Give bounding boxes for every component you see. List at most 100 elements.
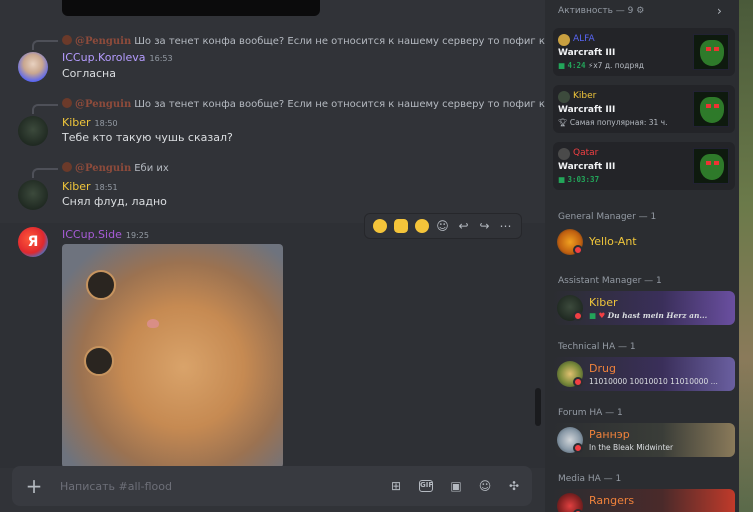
author-name[interactable]: ICCup.Koroleva — [62, 51, 146, 64]
avatar — [558, 91, 570, 103]
game-thumbnail — [693, 91, 729, 127]
upside-down-emoji-icon — [414, 219, 429, 233]
trophy-icon: 🏆︎ — [558, 118, 568, 127]
author-name[interactable]: ICCup.Side — [62, 228, 122, 241]
chat-pane: @Penguin Шо за тенет конфа вообще? Если н… — [0, 0, 545, 512]
gif-icon[interactable]: GIF — [419, 480, 433, 492]
reaction-laugh-button[interactable] — [369, 215, 390, 237]
activity-header[interactable]: Активность — 9 ⚙ — [558, 6, 644, 16]
message-text: Согласна — [62, 67, 116, 80]
activity-user-name: Kiber — [573, 91, 597, 101]
reaction-upside-down-button[interactable] — [411, 215, 432, 237]
member-custom-status: 11010000 10010010 11010000 ... — [589, 377, 718, 386]
gamepad-icon: ■ — [558, 175, 566, 184]
timestamp: 19:25 — [125, 231, 149, 240]
avatar[interactable] — [18, 116, 48, 146]
dnd-status-icon — [573, 443, 583, 453]
avatar — [558, 148, 570, 160]
member-custom-status: ■ ♥ Du hast mein Herz an... — [589, 311, 708, 320]
handshake-emoji-icon — [393, 219, 408, 233]
game-thumbnail — [693, 148, 729, 184]
dnd-status-icon — [573, 311, 583, 321]
reply-preview[interactable]: @Penguin Еби их — [62, 162, 169, 176]
timestamp: 16:53 — [149, 54, 173, 63]
role-section-header: General Manager — 1 — [558, 212, 657, 222]
game-thumbnail — [693, 34, 729, 70]
reply-arrow-icon: ↩ — [458, 219, 469, 233]
previous-embed — [62, 0, 320, 16]
gamepad-icon: ■ — [558, 61, 566, 70]
sticker-icon[interactable]: ▣ — [448, 478, 464, 494]
author-name[interactable]: Kiber — [62, 116, 91, 129]
member-list: Активность — 9 ⚙ › ALFA Warcraft III ■ 4… — [545, 0, 753, 512]
avatar — [558, 34, 570, 46]
role-section-header: Technical HA — 1 — [558, 342, 636, 352]
timestamp: 18:50 — [94, 119, 118, 128]
member-item[interactable]: Yello-Ant — [553, 225, 735, 259]
activity-card[interactable]: ALFA Warcraft III ■ 4:24 ⚡х7 д. подряд — [553, 28, 735, 76]
message-actions-toolbar: ☺ ↩ ↪ ⋯ — [364, 213, 522, 239]
forward-button[interactable]: ↪ — [474, 215, 495, 237]
attached-image[interactable] — [62, 244, 283, 468]
reaction-handshake-button[interactable] — [390, 215, 411, 237]
avatar[interactable] — [18, 52, 48, 82]
message-input[interactable] — [60, 476, 360, 496]
member-name: Kiber — [589, 296, 618, 309]
member-name: Rangers — [589, 494, 635, 507]
apps-icon[interactable]: ✣ — [506, 478, 522, 494]
cat-eye — [84, 346, 114, 376]
chevron-right-icon[interactable]: › — [717, 4, 722, 18]
reply-connector — [32, 40, 58, 50]
activity-details: ■ 4:24 ⚡х7 д. подряд — [558, 61, 644, 70]
activity-game: Warcraft III — [558, 162, 616, 172]
member-name: Раннэр — [589, 428, 630, 441]
activity-details: 🏆︎ Самая популярная: 31 ч. — [558, 118, 668, 127]
author-name[interactable]: Kiber — [62, 180, 91, 193]
activity-user-name: Qatar — [573, 148, 599, 158]
reply-preview[interactable]: @Penguin Шо за тенет конфа вообще? Если н… — [62, 35, 545, 49]
chat-scrollbar[interactable] — [535, 388, 541, 426]
cat-nose — [147, 319, 159, 328]
role-section-header: Assistant Manager — 1 — [558, 276, 662, 286]
reply-connector — [32, 168, 58, 178]
reply-preview[interactable]: @Penguin Шо за тенет конфа вообще? Если н… — [62, 98, 545, 112]
smile-icon: ☺ — [436, 219, 449, 233]
message-text: Снял флуд, ладно — [62, 195, 167, 208]
forward-arrow-icon: ↪ — [479, 219, 490, 233]
cat-eye — [86, 270, 116, 300]
attach-plus-button[interactable]: + — [24, 476, 44, 496]
member-item[interactable]: Kiber ■ ♥ Du hast mein Herz an... — [553, 291, 735, 325]
gift-icon[interactable]: ⊞ — [388, 478, 404, 494]
background-wallpaper-edge — [739, 0, 753, 512]
more-dots-icon: ⋯ — [499, 219, 512, 233]
add-reaction-button[interactable]: ☺ — [432, 215, 453, 237]
activity-game: Warcraft III — [558, 105, 616, 115]
reply-connector — [32, 104, 58, 114]
activity-user-name: ALFA — [573, 34, 595, 44]
gamepad-icon: ■ — [589, 311, 597, 320]
activity-details: ■ 3:03:37 — [558, 175, 600, 184]
reply-avatar — [62, 35, 72, 45]
avatar[interactable] — [18, 180, 48, 210]
role-section-header: Forum HA — 1 — [558, 408, 623, 418]
member-item[interactable]: Раннэр In the Bleak Midwinter — [553, 423, 735, 457]
reply-avatar — [62, 162, 72, 172]
member-name: Yello-Ant — [589, 235, 637, 248]
activity-card[interactable]: Kiber Warcraft III 🏆︎ Самая популярная: … — [553, 85, 735, 133]
reply-avatar — [62, 98, 72, 108]
role-section-header: Media HA — 1 — [558, 474, 622, 484]
member-name: Drug — [589, 362, 616, 375]
laugh-emoji-icon — [372, 219, 387, 233]
dnd-status-icon — [573, 245, 583, 255]
activity-game: Warcraft III — [558, 48, 616, 58]
activity-card[interactable]: Qatar Warcraft III ■ 3:03:37 — [553, 142, 735, 190]
dnd-status-icon — [573, 377, 583, 387]
member-item[interactable]: Rangers — [553, 489, 735, 512]
more-button[interactable]: ⋯ — [495, 215, 516, 237]
emoji-icon[interactable]: ☺ — [477, 478, 493, 494]
gear-icon[interactable]: ⚙ — [636, 6, 644, 16]
timestamp: 18:51 — [94, 183, 118, 192]
avatar[interactable]: Я — [18, 227, 48, 257]
member-item[interactable]: Drug 11010000 10010010 11010000 ... — [553, 357, 735, 391]
reply-button[interactable]: ↩ — [453, 215, 474, 237]
